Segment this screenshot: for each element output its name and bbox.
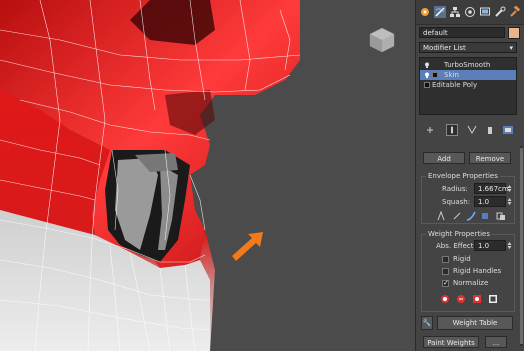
weight-table-button[interactable]: Weight Table bbox=[437, 316, 513, 330]
copy-envelope-icon[interactable] bbox=[480, 211, 490, 221]
abs-effect-label: Abs. Effect: bbox=[436, 242, 476, 250]
paint-weights-button[interactable]: Paint Weights bbox=[423, 336, 479, 348]
model-render bbox=[0, 0, 395, 351]
radius-spinner-icon[interactable] bbox=[507, 184, 512, 193]
abs-effect-spinner-icon[interactable] bbox=[507, 241, 512, 250]
scrollbar-thumb[interactable] bbox=[520, 148, 523, 344]
include-verts-icon[interactable] bbox=[456, 294, 466, 304]
envelope-properties-group: Envelope Properties Radius: 1.667cm Squa… bbox=[421, 172, 515, 224]
squash-field[interactable]: 1.0 bbox=[474, 196, 506, 207]
remove-bone-button[interactable]: Remove bbox=[469, 152, 511, 164]
skin-rollouts: Add Remove Envelope Properties Radius: 1… bbox=[419, 146, 517, 351]
modifier-list-dropdown[interactable]: Modifier List ▾ bbox=[419, 42, 517, 53]
wrench-icon: 🔧 bbox=[422, 319, 432, 327]
pin-stack-icon[interactable] bbox=[424, 124, 436, 136]
rigid-handles-checkbox[interactable] bbox=[442, 268, 449, 275]
stack-item-editable-poly[interactable]: Editable Poly bbox=[420, 80, 516, 90]
paint-options-button[interactable]: ... bbox=[485, 336, 507, 348]
rigid-handles-label: Rigid Handles bbox=[453, 267, 502, 275]
envelope-properties-title: Envelope Properties bbox=[426, 172, 500, 180]
falloff-curve-icon[interactable] bbox=[466, 211, 476, 221]
display-tab-icon[interactable] bbox=[479, 6, 491, 18]
weight-properties-group: Weight Properties Abs. Effect: 1.0 Rigid… bbox=[421, 230, 515, 312]
remove-modifier-icon[interactable] bbox=[484, 124, 496, 136]
stack-item-label: Skin bbox=[444, 71, 459, 79]
radius-field[interactable]: 1.667cm bbox=[474, 183, 509, 194]
arrow-icon bbox=[232, 232, 263, 261]
panel-scrollbar[interactable] bbox=[520, 146, 523, 346]
bulb-icon[interactable] bbox=[424, 72, 430, 78]
rigid-checkbox[interactable] bbox=[442, 256, 449, 263]
stack-item-skin[interactable]: Skin bbox=[420, 70, 516, 80]
exclude-verts-icon[interactable] bbox=[440, 294, 450, 304]
motion-tab-icon[interactable] bbox=[464, 6, 476, 18]
absolute-falloff-icon[interactable] bbox=[436, 211, 446, 221]
command-panel: default Modifier List ▾ TurboSmooth Skin… bbox=[416, 0, 524, 351]
bulb-icon[interactable] bbox=[424, 62, 430, 68]
command-panel-tabs bbox=[416, 0, 524, 25]
modify-tab-icon[interactable] bbox=[434, 6, 446, 18]
stack-toolbar bbox=[416, 122, 524, 138]
wrench-button[interactable]: 🔧 bbox=[421, 316, 433, 330]
abs-effect-field[interactable]: 1.0 bbox=[474, 240, 506, 251]
create-tab-icon[interactable] bbox=[419, 6, 431, 18]
configure-sets-icon[interactable] bbox=[502, 124, 514, 136]
normalize-checkbox[interactable]: ✓ bbox=[442, 280, 449, 287]
utilities-tab-icon[interactable] bbox=[494, 6, 506, 18]
expand-box-icon[interactable] bbox=[424, 82, 430, 88]
viewcube-icon bbox=[369, 27, 395, 53]
weight-properties-title: Weight Properties bbox=[426, 230, 492, 238]
squash-label: Squash: bbox=[442, 198, 471, 206]
expand-box-icon[interactable] bbox=[432, 72, 438, 78]
chevron-down-icon: ▾ bbox=[509, 44, 513, 52]
bake-weights-icon[interactable] bbox=[488, 294, 498, 304]
modifier-stack[interactable]: TurboSmooth Skin Editable Poly bbox=[419, 57, 517, 115]
radius-label: Radius: bbox=[442, 185, 468, 193]
modifier-list-label: Modifier List bbox=[423, 44, 466, 52]
hierarchy-tab-icon[interactable] bbox=[449, 6, 461, 18]
select-excluded-icon[interactable] bbox=[472, 294, 482, 304]
object-name-field[interactable]: default bbox=[419, 27, 505, 38]
squash-spinner-icon[interactable] bbox=[507, 197, 512, 206]
rigid-label: Rigid bbox=[453, 255, 471, 263]
relative-falloff-icon[interactable] bbox=[452, 211, 462, 221]
make-unique-icon[interactable] bbox=[466, 124, 478, 136]
add-bone-button[interactable]: Add bbox=[423, 152, 465, 164]
stack-item-turbosmooth[interactable]: TurboSmooth bbox=[420, 60, 516, 70]
stack-item-label: Editable Poly bbox=[432, 81, 478, 89]
paste-envelope-icon[interactable] bbox=[496, 211, 506, 221]
stack-item-label: TurboSmooth bbox=[444, 61, 491, 69]
show-end-result-icon[interactable] bbox=[446, 124, 458, 136]
hammer-icon[interactable] bbox=[509, 6, 521, 18]
normalize-label: Normalize bbox=[453, 279, 489, 287]
object-color-swatch[interactable] bbox=[508, 27, 520, 39]
perspective-viewport[interactable] bbox=[0, 0, 416, 351]
